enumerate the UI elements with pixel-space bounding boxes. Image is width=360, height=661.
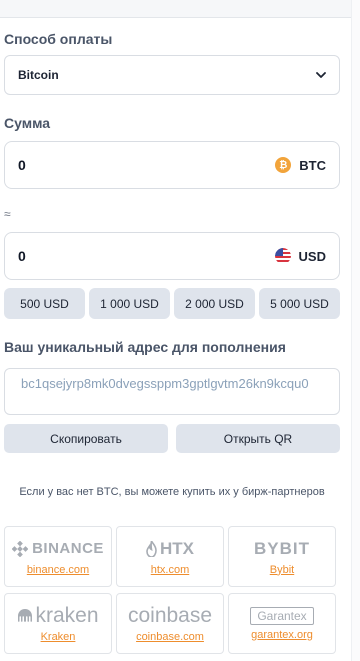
scrollbar[interactable] [351,0,360,661]
top-header-strip [0,0,351,18]
partner-exchanges: BINANCE binance.com HTX htx.com BYBIT By… [4,526,336,654]
preset-2000-button[interactable]: 2 000 USD [174,288,255,319]
copy-address-button[interactable]: Скопировать [4,424,168,453]
crypto-currency: ₿ BTC [275,157,326,173]
kraken-link[interactable]: Kraken [41,631,76,643]
bybit-link[interactable]: Bybit [270,564,294,576]
payment-method-value: Bitcoin [18,68,59,82]
exchange-card-garantex[interactable]: Garantex garantex.org [228,593,336,654]
crypto-currency-code: BTC [299,157,326,173]
kraken-icon [18,608,33,622]
deposit-address-label: Ваш уникальный адрес для пополнения [4,339,286,355]
htx-logo-text: HTX [160,538,194,558]
us-flag-icon [274,248,291,264]
crypto-amount-input[interactable]: 0 ₿ BTC [4,141,340,189]
garantex-logo: Garantex [250,606,314,625]
coinbase-link[interactable]: coinbase.com [136,631,204,643]
htx-link[interactable]: htx.com [151,564,190,576]
binance-logo: BINANCE [12,538,104,560]
address-actions: Скопировать Открыть QR [4,424,340,453]
chevron-down-icon [316,70,326,80]
deposit-address-field[interactable]: bc1qsejyrp8mk0dvegssppm3gptlgvtm26kn9kcq… [4,368,340,415]
approx-symbol: ≈ [4,207,11,221]
fiat-amount-value: 0 [18,248,26,264]
exchanges-hint: Если у вас нет BTC, вы можете купить их … [19,486,325,498]
fiat-currency-code: USD [298,248,326,264]
garantex-link[interactable]: garantex.org [251,629,313,641]
exchange-card-coinbase[interactable]: coinbase coinbase.com [116,593,224,654]
payment-method-select[interactable]: Bitcoin [4,55,340,95]
binance-icon [12,540,29,557]
kraken-logo-text: kraken [35,603,99,627]
crypto-amount-value: 0 [18,157,26,173]
amount-presets: 500 USD 1 000 USD 2 000 USD 5 000 USD [4,288,340,319]
exchange-card-kraken[interactable]: kraken Kraken [4,593,112,654]
bitcoin-icon: ₿ [275,157,292,173]
open-qr-button[interactable]: Открыть QR [176,424,340,453]
coinbase-logo: coinbase [127,603,213,627]
kraken-logo: kraken [17,603,99,627]
fiat-currency: USD [274,248,326,264]
fiat-amount-input[interactable]: 0 USD [4,232,340,280]
payment-method-label: Способ оплаты [4,31,113,47]
binance-logo-text: BINANCE [32,540,104,557]
preset-500-button[interactable]: 500 USD [4,288,85,319]
exchange-card-binance[interactable]: BINANCE binance.com [4,526,112,587]
exchange-card-htx[interactable]: HTX htx.com [116,526,224,587]
flame-icon [146,540,157,557]
binance-link[interactable]: binance.com [27,564,89,576]
preset-5000-button[interactable]: 5 000 USD [259,288,340,319]
bybit-logo: BYBIT [254,538,310,558]
amount-label: Сумма [4,115,51,131]
htx-logo: HTX [146,538,194,560]
preset-1000-button[interactable]: 1 000 USD [89,288,170,319]
exchange-card-bybit[interactable]: BYBIT Bybit [228,526,336,587]
